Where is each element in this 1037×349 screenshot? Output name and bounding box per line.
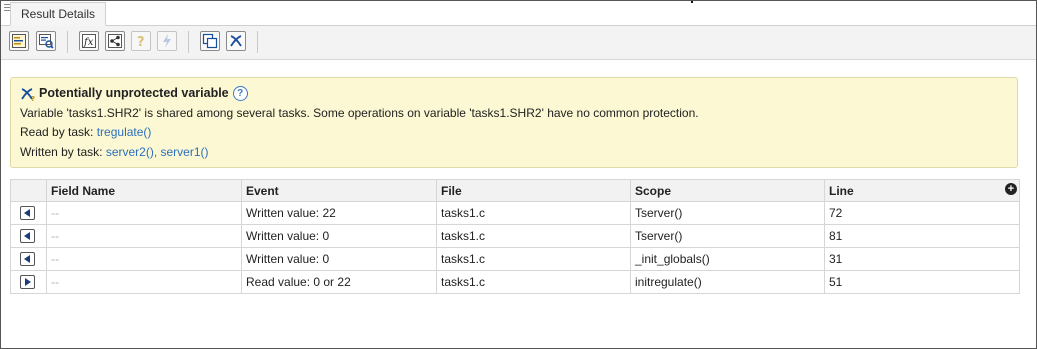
event-cell: Read value: 0 or 22 <box>241 270 437 294</box>
lightning-icon <box>163 34 171 48</box>
written-by-row: Written by task: server2(), server1() <box>20 143 1017 163</box>
read-by-row: Read by task: tregulate() <box>20 123 1017 143</box>
variable-button[interactable] <box>226 31 246 51</box>
source-code-button[interactable] <box>9 31 29 51</box>
function-button[interactable]: fx <box>79 31 99 51</box>
result-details-panel: Result Details fx ? ? Potentially unprot… <box>0 0 1037 349</box>
help-icon: ? <box>137 35 145 49</box>
scope-cell: _init_globals() <box>630 247 825 271</box>
event-cell: Written value: 0 <box>241 247 437 271</box>
scope-cell: Tserver() <box>630 224 825 248</box>
help-button[interactable]: ? <box>131 31 151 51</box>
file-cell: tasks1.c <box>436 224 631 248</box>
result-description: Variable 'tasks1.SHR2' is shared among s… <box>20 105 699 120</box>
toolbar-separator <box>188 31 189 53</box>
line-cell: 72 <box>824 201 1020 225</box>
read-task-link[interactable]: tregulate() <box>97 125 152 139</box>
column-header-scope[interactable]: Scope <box>630 179 825 202</box>
field-name-cell: -- <box>46 270 242 294</box>
event-table: Field Name Event File Scope Line + -- Wr… <box>10 179 1020 294</box>
field-name-cell: -- <box>46 201 242 225</box>
variable-x-icon <box>230 35 242 47</box>
written-task-link[interactable]: server2(), server1() <box>106 145 209 159</box>
row-nav-cell <box>10 224 47 248</box>
file-cell: tasks1.c <box>436 270 631 294</box>
table-row[interactable]: -- Read value: 0 or 22 tasks1.c initregu… <box>10 270 1020 294</box>
review-icon <box>39 34 54 49</box>
result-info-box: ? Potentially unprotected variable ? Var… <box>10 77 1018 168</box>
table-row[interactable]: -- Written value: 0 tasks1.c _init_globa… <box>10 247 1020 271</box>
column-header-line-label: Line <box>829 183 854 198</box>
help-icon[interactable]: ? <box>232 86 248 102</box>
column-header-nav <box>10 179 47 202</box>
event-cell: Written value: 0 <box>241 224 437 248</box>
share-icon <box>108 34 122 48</box>
scope-cell: initregulate() <box>630 270 825 294</box>
column-header-file[interactable]: File <box>436 179 631 202</box>
navigate-left-icon[interactable] <box>20 206 35 221</box>
scope-cell: Tserver() <box>630 201 825 225</box>
table-row[interactable]: -- Written value: 22 tasks1.c Tserver() … <box>10 201 1020 225</box>
copy-icon <box>202 33 218 49</box>
svg-text:?: ? <box>137 35 145 49</box>
svg-text:?: ? <box>31 95 35 101</box>
result-title-row: ? Potentially unprotected variable ? <box>20 84 1017 104</box>
navigate-left-icon[interactable] <box>20 252 35 267</box>
column-header-field-name[interactable]: Field Name <box>46 179 242 202</box>
variable-x-icon: ? <box>21 87 35 101</box>
divider <box>691 1 693 3</box>
share-button[interactable] <box>105 31 125 51</box>
add-column-icon[interactable]: + <box>1005 183 1017 195</box>
field-name-cell: -- <box>46 224 242 248</box>
row-nav-cell <box>10 270 47 294</box>
written-by-label: Written by task: <box>20 144 103 159</box>
review-button[interactable] <box>36 31 56 51</box>
line-cell: 51 <box>824 270 1020 294</box>
svg-text:fx: fx <box>83 37 94 48</box>
toolbar-separator <box>67 31 68 53</box>
line-cell: 31 <box>824 247 1020 271</box>
line-cell: 81 <box>824 224 1020 248</box>
table-row[interactable]: -- Written value: 0 tasks1.c Tserver() 8… <box>10 224 1020 248</box>
result-title: Potentially unprotected variable <box>39 86 229 100</box>
navigate-right-icon[interactable] <box>20 275 35 290</box>
column-header-event[interactable]: Event <box>241 179 437 202</box>
row-nav-cell <box>10 201 47 225</box>
row-nav-cell <box>10 247 47 271</box>
file-cell: tasks1.c <box>436 201 631 225</box>
read-by-label: Read by task: <box>20 125 94 139</box>
table-header-row: Field Name Event File Scope Line + <box>10 179 1020 202</box>
lightning-button[interactable] <box>157 31 177 51</box>
column-header-line[interactable]: Line + <box>824 179 1020 202</box>
copy-button[interactable] <box>200 31 220 51</box>
tab-result-details[interactable]: Result Details <box>10 2 107 26</box>
file-cell: tasks1.c <box>436 247 631 271</box>
event-cell: Written value: 22 <box>241 201 437 225</box>
tab-bar: Result Details <box>1 1 1036 26</box>
fx-function-icon: fx <box>82 34 96 48</box>
field-name-cell: -- <box>46 247 242 271</box>
source-code-icon <box>12 34 26 48</box>
navigate-left-icon[interactable] <box>20 229 35 244</box>
toolbar-separator <box>257 31 258 53</box>
toolbar: fx ? <box>1 26 1036 60</box>
